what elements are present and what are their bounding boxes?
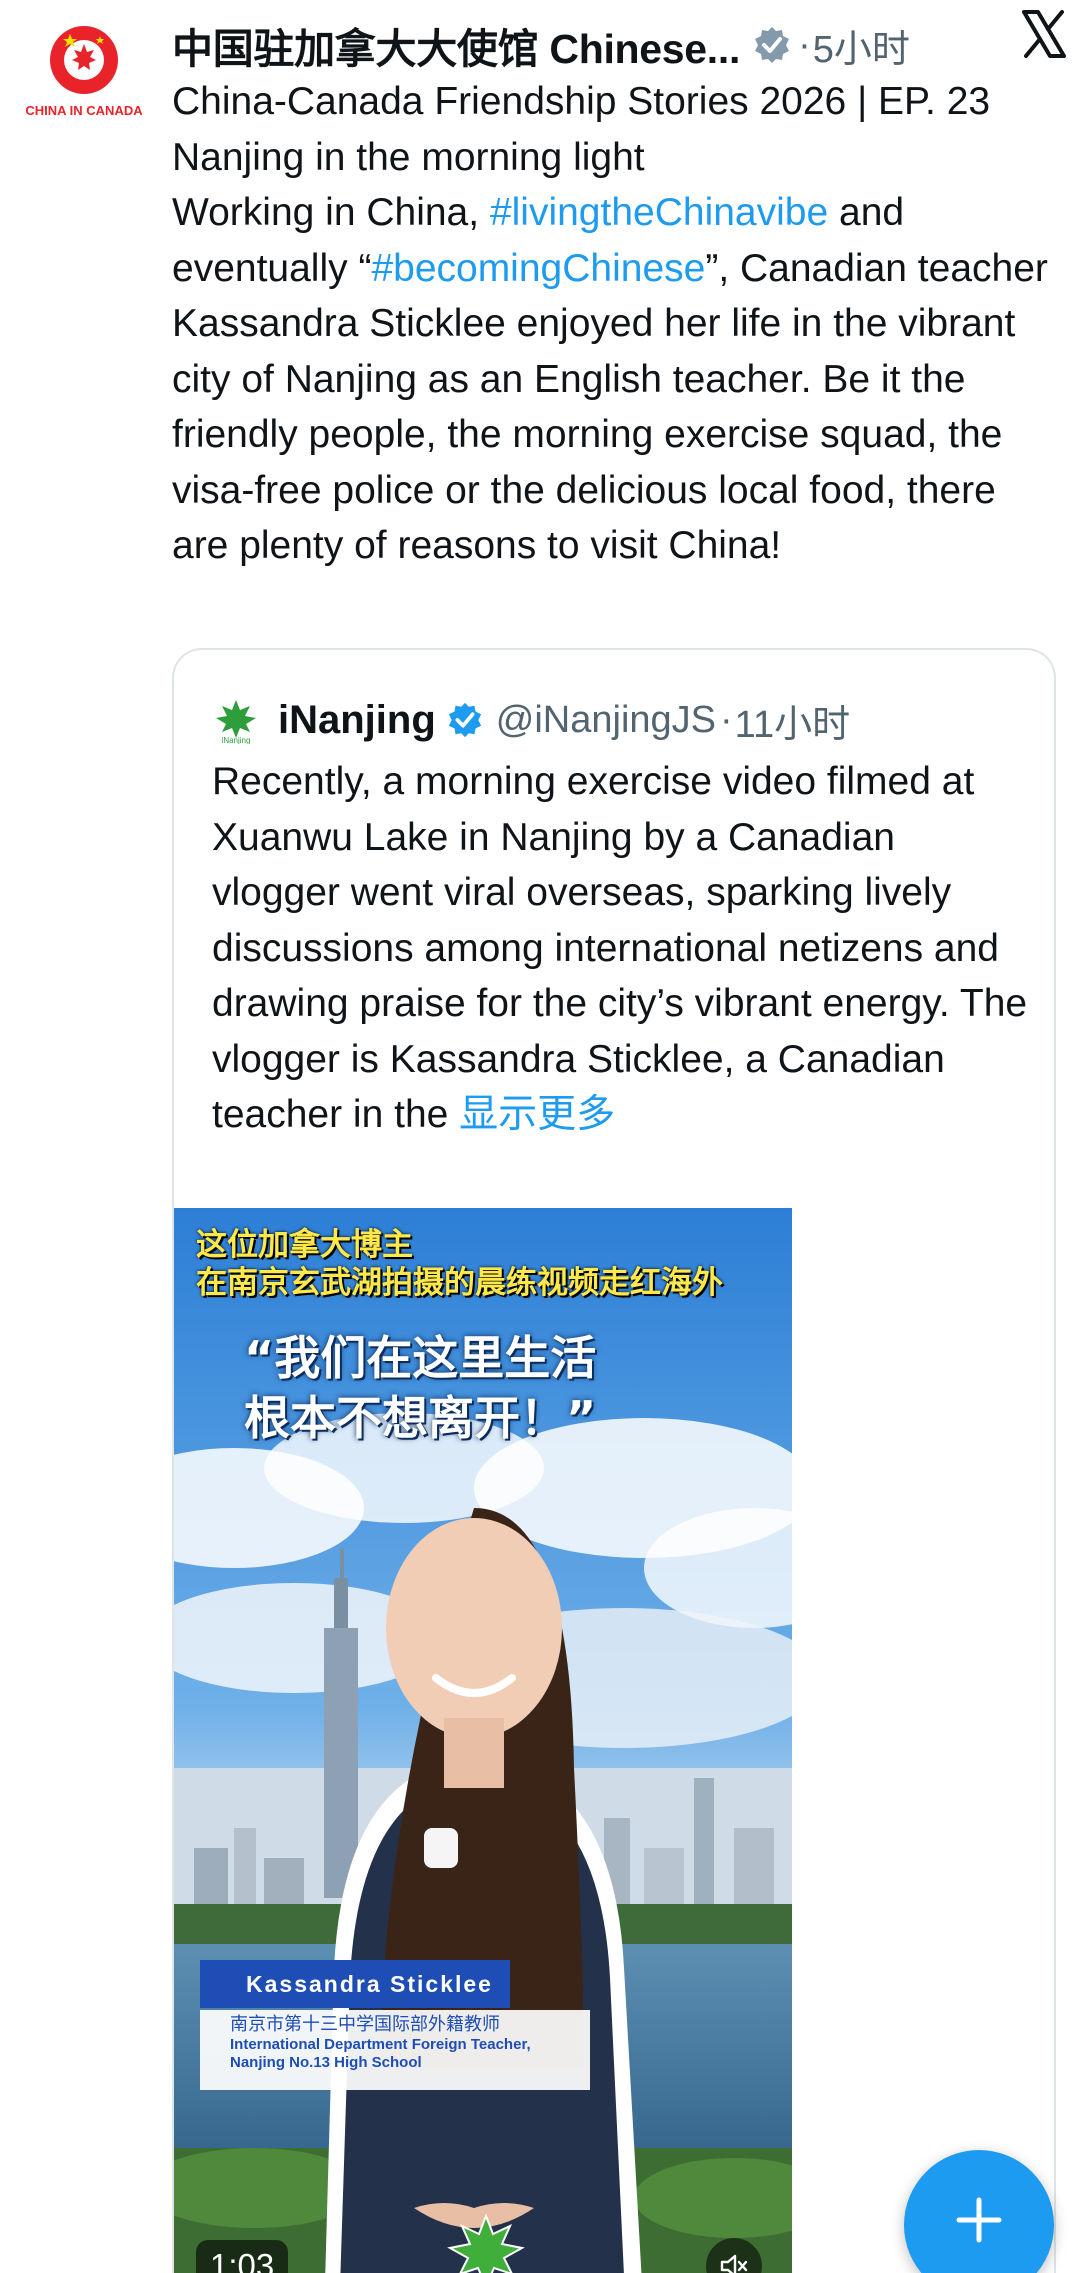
svg-text:CHINA IN CANADA: CHINA IN CANADA — [26, 103, 142, 118]
author-avatar[interactable]: CHINA IN CANADA — [26, 22, 142, 122]
x-logo-icon[interactable] — [1018, 8, 1070, 60]
quoted-post-card[interactable]: iNanjing iNanjing @iNanjingJS · 11小时 Rec… — [172, 648, 1056, 2273]
video-quote-line: 根本不想离开！” — [244, 1391, 597, 1445]
inanjing-logo-icon: iNanjing — [212, 696, 260, 744]
quote-body-text: Recently, a morning exercise video filme… — [212, 760, 1028, 1136]
post-title-text: China-Canada Friendship Stories 2026 | E… — [172, 80, 991, 179]
post-header: 中国驻加拿大大使馆 Chinese... · 5小时 — [172, 10, 1062, 80]
video-duration: 1:03 — [196, 2240, 289, 2273]
show-more-link[interactable]: 显示更多 — [459, 1093, 615, 1136]
plus-icon — [956, 2197, 1002, 2243]
quote-author-name[interactable]: iNanjing — [278, 698, 436, 743]
video-player[interactable]: 这位加拿大博主 在南京玄武湖拍摄的晨练视频走红海外 “我们在这里生活 根本不想离… — [174, 1208, 792, 2273]
separator-dot: · — [720, 698, 733, 741]
embassy-logo-icon: CHINA IN CANADA — [26, 26, 142, 118]
quote-timestamp[interactable]: 11小时 — [735, 693, 850, 748]
inanjing-avatar[interactable]: iNanjing — [212, 696, 260, 744]
post-body: China-Canada Friendship Stories 2026 | E… — [172, 74, 1062, 574]
author-display-name[interactable]: 中国驻加拿大大使馆 Chinese... — [172, 15, 740, 75]
video-caption-line: 在南京玄武湖拍摄的晨练视频走红海外 — [196, 1265, 723, 1301]
verified-badge-icon — [446, 701, 484, 739]
quote-body: Recently, a morning exercise video filme… — [212, 754, 1032, 1143]
hashtag-link[interactable]: #becomingChinese — [371, 247, 705, 290]
video-name-tag: Kassandra Sticklee — [200, 1960, 510, 2008]
quote-author-handle[interactable]: @iNanjingJS — [496, 699, 716, 742]
svg-text:iNanjing: iNanjing — [222, 736, 251, 744]
post-text-segment: ”, Canadian teacher Kassandra Sticklee e… — [172, 246, 1048, 568]
post-timestamp[interactable]: 5小时 — [813, 18, 910, 73]
video-caption-cn: 这位加拿大博主 在南京玄武湖拍摄的晨练视频走红海外 — [196, 1226, 723, 1302]
video-title-tag: 南京市第十三中学国际部外籍教师 International Department… — [200, 2010, 590, 2090]
video-title-en: International Department Foreign Teacher… — [230, 2036, 531, 2053]
separator-dot: · — [798, 23, 811, 66]
video-title-en: Nanjing No.13 High School — [230, 2054, 422, 2071]
verified-badge-icon — [752, 25, 792, 65]
hashtag-link[interactable]: #livingtheChinavibe — [490, 191, 828, 234]
video-caption-line: 这位加拿大博主 — [196, 1227, 413, 1263]
inanjing-watermark-icon: iNanjing — [444, 2210, 528, 2273]
speaker-muted-icon — [720, 2254, 748, 2273]
video-quote-line: “我们在这里生活 — [244, 1331, 597, 1385]
video-title-cn: 南京市第十三中学国际部外籍教师 — [230, 2014, 500, 2035]
post-text-segment: Working in China, — [172, 191, 490, 234]
video-quote-cn: “我们在这里生活 根本不想离开！” — [244, 1328, 596, 1448]
quote-header: iNanjing iNanjing @iNanjingJS · 11小时 — [212, 690, 850, 750]
